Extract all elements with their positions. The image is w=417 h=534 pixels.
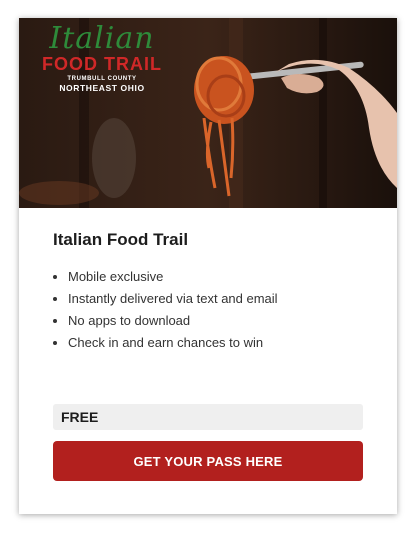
pass-title: Italian Food Trail xyxy=(53,230,189,249)
logo-county-text: TRUMBULL COUNTY xyxy=(67,76,137,82)
price-badge: FREE xyxy=(53,404,363,430)
hero-banner: Italian FOOD TRAIL TRUMBULL COUNTY NORTH… xyxy=(19,18,397,208)
feature-item: Instantly delivered via text and email xyxy=(53,288,363,310)
feature-item: Check in and earn chances to win xyxy=(53,332,363,354)
logo-region-text: NORTHEAST OHIO xyxy=(59,83,145,93)
feature-item: No apps to download xyxy=(53,310,363,332)
feature-list: Mobile exclusive Instantly delivered via… xyxy=(53,266,363,354)
pass-card: Italian FOOD TRAIL TRUMBULL COUNTY NORTH… xyxy=(19,18,397,514)
pass-details: Italian Food Trail Mobile exclusive Inst… xyxy=(19,229,397,354)
feature-item: Mobile exclusive xyxy=(53,266,363,288)
logo-banner-text: FOOD TRAIL xyxy=(42,54,162,74)
get-pass-button[interactable]: GET YOUR PASS HERE xyxy=(53,441,363,481)
italian-food-trail-logo: Italian FOOD TRAIL TRUMBULL COUNTY NORTH… xyxy=(27,21,177,94)
logo-script-text: Italian xyxy=(49,21,155,56)
